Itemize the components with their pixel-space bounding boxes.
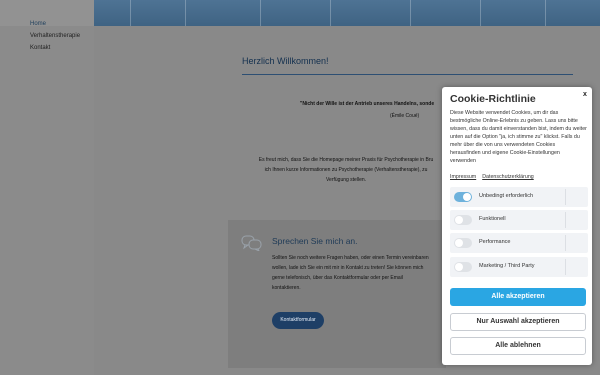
cookie-title: Cookie-Richtlinie [450,93,536,105]
close-icon[interactable]: x [583,91,587,98]
option-label: Marketing / Third Party [479,263,535,269]
reject-all-button[interactable]: Alle ablehnen [450,337,586,355]
accept-selection-button[interactable]: Nur Auswahl akzeptieren [450,313,586,331]
chat-bubbles-icon [241,235,262,251]
option-label: Unbedingt erforderlich [479,193,534,199]
title-divider [242,74,573,75]
nav-item-home[interactable]: Home [30,18,80,30]
nav-item-kontakt[interactable]: Kontakt [30,42,80,54]
nav-list: Home Verhaltenstherapie Kontakt [30,18,80,54]
intro-line: ich Ihnen kurze Informationen zu Psychot… [264,167,428,173]
option-label: Funktionell [479,216,506,222]
intro-paragraph: Es freut mich, dass Sie die Homepage mei… [246,155,446,185]
cookie-links: Impressum Datenschutzerklärung [450,174,540,180]
contact-text: Sollten Sie noch weitere Fragen haben, o… [272,255,429,291]
cookie-option-functional: Funktionell [450,210,588,230]
impressum-link[interactable]: Impressum [450,174,476,180]
cookie-option-marketing: Marketing / Third Party [450,257,588,277]
toggle-marketing[interactable] [454,262,472,272]
intro-line: Verfügung stellen. [325,177,367,183]
cookie-option-required: Unbedingt erforderlich [450,187,588,207]
toggle-required[interactable] [454,192,472,202]
contact-form-button[interactable]: Kontaktformular [272,312,324,329]
quote-text: "Nicht der Wille ist der Antrieb unseres… [300,101,435,107]
toggle-functional[interactable] [454,215,472,225]
quote-author: (Émile Coué) [390,113,420,119]
sidebar-nav [0,0,94,375]
intro-line: Es freut mich, dass Sie die Homepage mei… [258,157,434,163]
nav-item-verhaltenstherapie[interactable]: Verhaltenstherapie [30,30,80,42]
cookie-description: Diese Website verwendet Cookies, um dir … [450,110,587,164]
contact-heading: Sprechen Sie mich an. [272,236,358,246]
accept-all-button[interactable]: Alle akzeptieren [450,288,586,306]
cookie-option-performance: Performance [450,233,588,253]
datenschutz-link[interactable]: Datenschutzerklärung [482,174,534,180]
page-title: Herzlich Willkommen! [242,56,329,66]
option-label: Performance [479,239,511,245]
toggle-performance[interactable] [454,238,472,248]
